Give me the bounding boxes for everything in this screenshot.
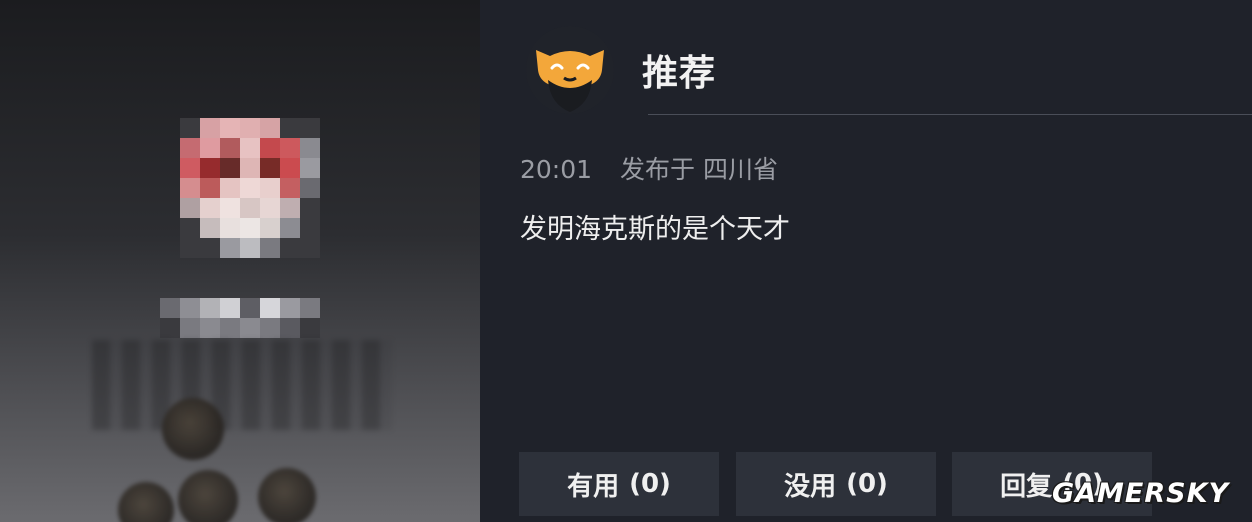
mosaic-cell — [200, 178, 220, 198]
mosaic-cell — [280, 138, 300, 158]
mosaic-cell — [280, 118, 300, 138]
mosaic-cell — [280, 178, 300, 198]
mosaic-cell — [220, 138, 240, 158]
mosaic-cell — [220, 158, 240, 178]
mosaic-cell — [180, 158, 200, 178]
comment-location: 发布于 四川省 — [620, 155, 778, 184]
blurred-sticker-head — [258, 468, 316, 522]
mosaic-cell — [280, 158, 300, 178]
mosaic-cell — [180, 318, 200, 338]
mosaic-cell — [220, 178, 240, 198]
mosaic-cell — [260, 218, 280, 238]
mosaic-cell — [220, 238, 240, 258]
mosaic-cell — [260, 298, 280, 318]
mosaic-cell — [240, 238, 260, 258]
blurred-profile-panel — [0, 0, 480, 522]
comment-time: 20:01 — [520, 155, 593, 184]
useless-button[interactable]: 没用 (0) — [736, 452, 936, 516]
mosaic-cell — [300, 138, 320, 158]
mosaic-cell — [300, 118, 320, 138]
mosaic-cell — [200, 298, 220, 318]
mosaic-cell — [200, 198, 220, 218]
mosaic-cell — [220, 318, 240, 338]
comment-meta: 20:01 发布于 四川省 — [520, 150, 778, 186]
mosaic-cell — [260, 238, 280, 258]
mosaic-cell — [240, 298, 260, 318]
pixelated-avatar — [180, 118, 320, 258]
mosaic-cell — [300, 178, 320, 198]
mosaic-cell — [200, 158, 220, 178]
mosaic-cell — [300, 198, 320, 218]
mosaic-cell — [260, 318, 280, 338]
mosaic-cell — [280, 298, 300, 318]
header-divider — [648, 114, 1252, 115]
mosaic-cell — [200, 118, 220, 138]
mosaic-cell — [240, 318, 260, 338]
useless-count: (0) — [846, 469, 888, 499]
mosaic-cell — [300, 318, 320, 338]
mosaic-cell — [240, 118, 260, 138]
mosaic-cell — [280, 238, 300, 258]
mosaic-cell — [300, 238, 320, 258]
mosaic-cell — [240, 218, 260, 238]
mosaic-cell — [200, 238, 220, 258]
page-title: 推荐 — [642, 53, 717, 94]
mosaic-cell — [260, 158, 280, 178]
mosaic-cell — [180, 138, 200, 158]
mosaic-cell — [180, 178, 200, 198]
mosaic-cell — [260, 198, 280, 218]
useless-label: 没用 — [784, 471, 837, 502]
mosaic-cell — [300, 158, 320, 178]
mosaic-cell — [160, 298, 180, 318]
mosaic-cell — [300, 298, 320, 318]
blurred-background-text — [92, 340, 392, 430]
mosaic-cell — [200, 318, 220, 338]
mosaic-cell — [180, 218, 200, 238]
useful-label: 有用 — [567, 471, 620, 502]
gamersky-watermark: GAMERSKY — [1052, 478, 1230, 509]
mosaic-cell — [300, 218, 320, 238]
useful-button[interactable]: 有用 (0) — [519, 452, 719, 516]
mosaic-cell — [240, 198, 260, 218]
mosaic-cell — [220, 198, 240, 218]
comment-text: 发明海克斯的是个天才 — [520, 214, 790, 245]
mosaic-cell — [240, 158, 260, 178]
pixelated-username — [160, 298, 320, 338]
mosaic-cell — [220, 298, 240, 318]
mosaic-cell — [160, 318, 180, 338]
mosaic-cell — [260, 118, 280, 138]
mosaic-cell — [200, 218, 220, 238]
mosaic-cell — [220, 218, 240, 238]
bearded-mascot-icon — [526, 26, 614, 114]
mosaic-cell — [240, 178, 260, 198]
mosaic-cell — [280, 318, 300, 338]
mosaic-cell — [180, 238, 200, 258]
blurred-sticker-head — [162, 398, 224, 460]
mosaic-cell — [280, 198, 300, 218]
mosaic-cell — [240, 138, 260, 158]
reply-label: 回复 — [1000, 471, 1053, 502]
mosaic-cell — [180, 118, 200, 138]
mosaic-cell — [220, 118, 240, 138]
blurred-sticker-head — [178, 470, 238, 522]
useful-count: (0) — [629, 469, 671, 499]
mosaic-cell — [260, 138, 280, 158]
mosaic-cell — [180, 198, 200, 218]
mosaic-cell — [200, 138, 220, 158]
mosaic-cell — [180, 298, 200, 318]
mosaic-cell — [260, 178, 280, 198]
blurred-sticker-head — [118, 482, 174, 522]
mosaic-cell — [280, 218, 300, 238]
mascot-avatar[interactable] — [526, 26, 614, 114]
